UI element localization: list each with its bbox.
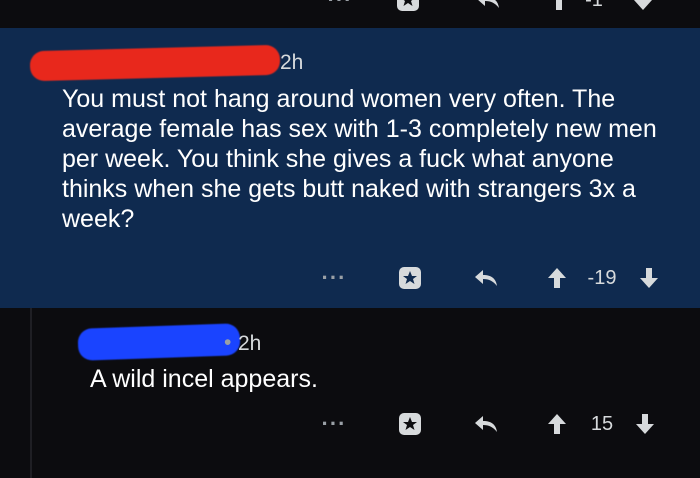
upvote-arrow-icon <box>548 414 566 434</box>
vote-score: 15 <box>590 412 614 435</box>
vote-score: -19 <box>587 266 617 289</box>
more-icon: ··· <box>328 0 353 13</box>
award-button[interactable] <box>390 406 430 442</box>
upvote-button[interactable] <box>544 260 570 296</box>
downvote-arrow-icon <box>636 414 654 434</box>
reply-icon <box>475 270 497 286</box>
downvote-button[interactable] <box>632 406 658 442</box>
award-button[interactable] <box>388 0 428 18</box>
award-icon <box>399 267 421 289</box>
reply-icon <box>475 416 497 432</box>
reply-button[interactable] <box>466 260 506 296</box>
comment-actions: ··· -19 <box>0 260 700 296</box>
comment-timestamp: 2h <box>238 332 262 355</box>
upvote-arrow-icon <box>548 268 566 288</box>
reply-icon <box>478 0 499 8</box>
downvote-arrow-icon <box>634 0 652 10</box>
meta-separator: • <box>224 331 232 354</box>
comment-body: You must not hang around women very ofte… <box>62 85 657 233</box>
comment-timestamp: 2h <box>280 51 304 74</box>
upvote-button[interactable] <box>544 406 570 442</box>
comment-body: A wild incel appears. <box>90 365 318 393</box>
reply-button[interactable] <box>468 0 508 18</box>
award-icon <box>397 0 419 11</box>
reply-button[interactable] <box>466 406 506 442</box>
more-options-button[interactable]: ··· <box>314 260 354 296</box>
vote-score: -1 <box>578 0 610 18</box>
upvote-button[interactable] <box>546 0 572 18</box>
redacted-username <box>29 44 281 82</box>
downvote-arrow-icon <box>640 268 658 288</box>
more-icon: ··· <box>321 265 347 290</box>
more-options-button[interactable]: ··· <box>320 0 360 18</box>
previous-comment-actions: ··· -1 <box>0 0 700 28</box>
redacted-username <box>77 323 241 361</box>
upvote-arrow-icon <box>550 0 568 10</box>
more-icon: ··· <box>321 411 347 436</box>
award-button[interactable] <box>390 260 430 296</box>
more-options-button[interactable]: ··· <box>314 406 354 442</box>
award-icon <box>399 413 421 435</box>
downvote-button[interactable] <box>636 260 662 296</box>
comment-actions: ··· 15 <box>0 406 700 442</box>
downvote-button[interactable] <box>630 0 656 18</box>
highlighted-comment: 2h You must not hang around women very o… <box>0 28 700 308</box>
